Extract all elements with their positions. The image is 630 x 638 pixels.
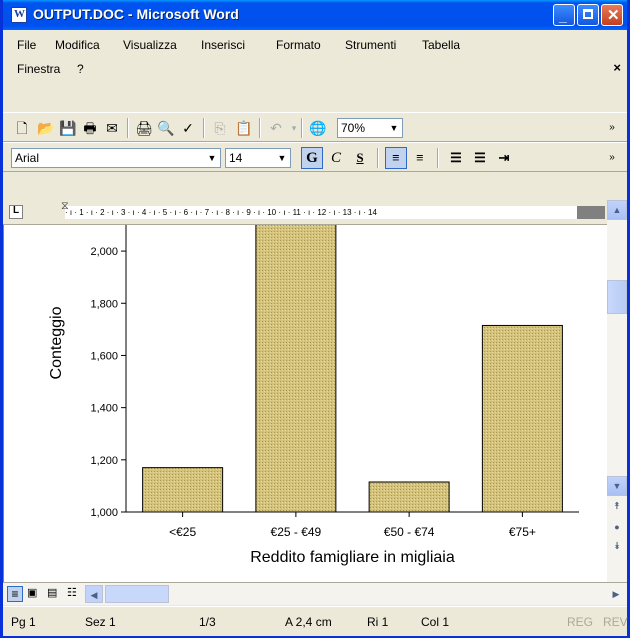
y-axis-label: Conteggio <box>48 306 65 379</box>
align-left-icon[interactable]: ≡ <box>385 147 407 169</box>
menu-tabella[interactable]: Tabella <box>422 38 460 52</box>
font-value: Arial <box>15 151 40 165</box>
spelling-icon[interactable]: ✓ <box>179 119 197 137</box>
status-line: Ri 1 <box>367 615 389 629</box>
zoom-value: 70% <box>341 121 366 135</box>
normal-view-icon[interactable]: ≡ <box>7 586 23 602</box>
email-icon[interactable]: ✉ <box>103 119 121 137</box>
select-browse-object-icon[interactable]: ● <box>607 518 627 538</box>
permission-icon[interactable]: 🖶 <box>81 119 99 137</box>
bar <box>481 324 563 513</box>
scroll-left-icon[interactable]: ◀ <box>85 585 103 603</box>
y-tick-label: 1,600 <box>90 350 118 362</box>
print-preview-icon[interactable]: 🔍 <box>157 119 175 137</box>
bar <box>368 481 450 513</box>
y-tick-label: 1,400 <box>90 403 118 415</box>
menu-strumenti[interactable]: Strumenti <box>345 38 396 52</box>
vertical-scrollbar[interactable]: ▲ ▼ ⯭ ● ⯯ <box>607 200 627 582</box>
indent-icon[interactable]: ⇥ <box>493 147 515 169</box>
doc-close-icon[interactable]: × <box>613 60 621 75</box>
x-tick-label: €75+ <box>509 525 536 539</box>
italic-button[interactable]: C <box>325 147 347 169</box>
status-position: A 2,4 cm <box>285 615 332 629</box>
chevron-down-icon[interactable]: ▼ <box>386 119 402 137</box>
document-area[interactable]: 2,000 1,800 1,600 1,400 1,200 1,000 Conteggio <… <box>3 225 607 582</box>
bar <box>142 467 224 513</box>
ruler-ticks: · ı · 1 · ı · 2 · ı · 3 · ı · 4 · ı · 5 … <box>65 206 605 219</box>
menu-bar: File Modifica Visualizza Inserisci Forma… <box>3 30 627 112</box>
scroll-right-icon[interactable]: ▶ <box>607 585 625 603</box>
x-axis-label: Reddito famigliare in migliaia <box>250 549 455 566</box>
web-layout-icon[interactable]: ▣ <box>27 586 37 599</box>
status-column: Col 1 <box>421 615 450 629</box>
scroll-up-icon[interactable]: ▲ <box>607 200 627 220</box>
status-page: Pg 1 <box>11 615 36 629</box>
indent-marker-icon[interactable]: ⧖ <box>61 200 69 213</box>
menu-finestra[interactable]: Finestra <box>17 62 60 76</box>
maximize-button[interactable] <box>577 4 599 26</box>
scroll-down-icon[interactable]: ▼ <box>607 476 627 496</box>
menu-visualizza[interactable]: Visualizza <box>123 38 177 52</box>
y-tick-label: 1,800 <box>90 298 118 310</box>
zoom-select[interactable]: 70% ▼ <box>337 118 403 138</box>
horizontal-ruler[interactable]: L · ı · 1 · ı · 2 · ı · 3 · ı · 4 · ı · … <box>3 200 627 225</box>
hscroll-thumb[interactable] <box>105 585 169 603</box>
y-tick-label: 1,000 <box>90 507 118 519</box>
status-section: Sez 1 <box>85 615 116 629</box>
numbered-list-icon[interactable]: ☰ <box>445 147 467 169</box>
bold-button[interactable]: G <box>301 147 323 169</box>
print-icon[interactable]: 🖨 <box>135 119 153 137</box>
menu-formato[interactable]: Formato <box>276 38 321 52</box>
menu-modifica[interactable]: Modifica <box>55 38 100 52</box>
x-tick-label: €50 - €74 <box>384 525 435 539</box>
minimize-button[interactable]: _ <box>553 4 575 26</box>
title-bar[interactable]: OUTPUT.DOC - Microsoft Word _ ✕ <box>3 0 627 30</box>
open-folder-icon[interactable]: 📂 <box>37 119 55 137</box>
window-title: OUTPUT.DOC - Microsoft Word <box>33 6 239 22</box>
status-track-changes[interactable]: REV <box>603 615 628 629</box>
bullet-list-icon[interactable]: ☰ <box>469 147 491 169</box>
status-bar: Pg 1 Sez 1 1/3 A 2,4 cm Ri 1 Col 1 REG R… <box>3 606 628 636</box>
y-tick-label: 2,000 <box>90 246 118 258</box>
chevron-down-icon[interactable]: ▼ <box>274 149 290 167</box>
next-page-icon[interactable]: ⯯ <box>607 538 627 558</box>
font-select[interactable]: Arial ▼ <box>11 148 221 168</box>
new-document-icon[interactable]: 🗋 <box>13 119 31 137</box>
toolbar-overflow-icon[interactable]: » <box>603 149 621 167</box>
status-record-macro[interactable]: REG <box>567 615 593 629</box>
word-window: OUTPUT.DOC - Microsoft Word _ ✕ File Mod… <box>0 0 630 638</box>
paste-icon[interactable]: 📋 <box>235 119 253 137</box>
close-button[interactable]: ✕ <box>601 4 623 26</box>
status-pages: 1/3 <box>199 615 216 629</box>
menu-inserisci[interactable]: Inserisci <box>201 38 245 52</box>
bar <box>255 225 337 513</box>
scroll-thumb[interactable] <box>607 280 627 314</box>
save-icon[interactable]: 💾 <box>59 119 77 137</box>
x-tick-label: <€25 <box>169 525 196 539</box>
font-size-select[interactable]: 14 ▼ <box>225 148 291 168</box>
copy-icon[interactable]: ⎘ <box>211 119 229 137</box>
align-center-icon[interactable]: ≡ <box>409 147 431 169</box>
bar-chart: 2,000 1,800 1,600 1,400 1,200 1,000 Conteggio <… <box>48 225 579 566</box>
word-doc-icon[interactable] <box>11 7 27 23</box>
y-tick-label: 1,200 <box>90 455 118 467</box>
font-size-value: 14 <box>229 151 243 165</box>
formatting-toolbar: Arial ▼ 14 ▼ G C S ≡ ≡ ☰ ☰ ⇥ » <box>3 142 627 172</box>
toolbar-overflow-icon[interactable]: » <box>603 119 621 137</box>
ruler-margin <box>577 206 605 219</box>
menu-file[interactable]: File <box>17 38 36 52</box>
chevron-down-icon[interactable]: ▼ <box>204 149 220 167</box>
tab-selector-icon[interactable]: L <box>9 205 23 219</box>
underline-button[interactable]: S <box>349 147 371 169</box>
menu-help[interactable]: ? <box>77 62 84 76</box>
standard-toolbar: 🗋 📂 💾 🖶 ✉ 🖨 🔍 ✓ ⎘ 📋 ↶ ▾ 🌐 70% ▼ » <box>3 112 627 142</box>
print-layout-icon[interactable]: ▤ <box>47 586 57 599</box>
outline-view-icon[interactable]: ☷ <box>67 586 77 599</box>
undo-icon[interactable]: ↶ <box>267 119 285 137</box>
previous-page-icon[interactable]: ⯭ <box>607 498 627 518</box>
horizontal-scrollbar[interactable]: ≡ ▣ ▤ ☷ ◀ ▶ <box>3 582 627 605</box>
x-tick-label: €25 - €49 <box>271 525 322 539</box>
web-link-icon[interactable]: 🌐 <box>309 119 327 137</box>
